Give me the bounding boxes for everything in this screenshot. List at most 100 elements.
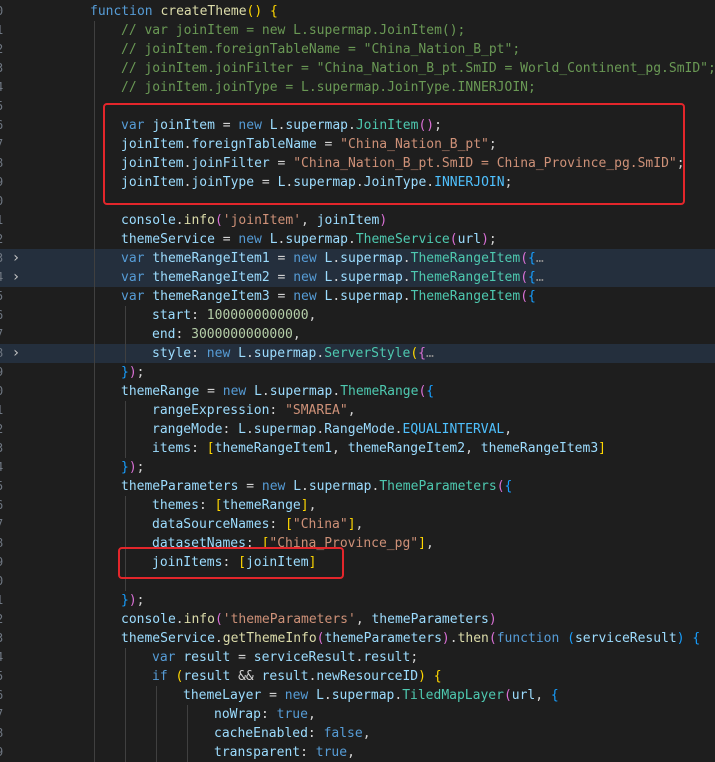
code-line[interactable]: 1 rangeExpression: "SMAREA", bbox=[0, 401, 715, 420]
fold-chevron-icon[interactable]: › bbox=[10, 268, 22, 287]
code-token: . bbox=[394, 422, 403, 437]
code-line[interactable]: 6themeLayer = new L.supermap.TiledMapLay… bbox=[0, 686, 715, 705]
code-line[interactable]: 3 // joinItem.joinFilter = "China_Nation_… bbox=[0, 59, 715, 78]
indent-guide bbox=[125, 686, 126, 705]
line-number: 6 bbox=[0, 306, 4, 325]
code-token: . bbox=[402, 289, 411, 304]
code-token: . bbox=[301, 479, 309, 494]
code-line[interactable]: 4 var result = serviceResult.result; bbox=[0, 648, 715, 667]
code-line[interactable]: 7 dataSourceNames: ["China"], bbox=[0, 515, 715, 534]
code-token: new bbox=[206, 346, 231, 361]
code-token: , bbox=[332, 441, 348, 456]
code-token: = bbox=[269, 289, 294, 304]
code-token: ] bbox=[347, 517, 356, 532]
code-text: var result = serviceResult.result; bbox=[152, 648, 418, 667]
indent-guide bbox=[94, 724, 95, 743]
code-token: … bbox=[535, 270, 544, 285]
indent-guide bbox=[94, 496, 95, 515]
code-token: , bbox=[504, 422, 513, 437]
code-line[interactable]: 1 // var joinItem = new L.supermap.JoinIt… bbox=[0, 21, 715, 40]
line-number: 9 bbox=[0, 363, 4, 382]
code-line[interactable]: 2 themeService = new L.supermap.ThemeServ… bbox=[0, 230, 715, 249]
code-token: . bbox=[348, 232, 356, 247]
code-line[interactable]: 0 bbox=[0, 572, 715, 591]
code-editor[interactable]: 0function createTheme() {1// var joinIte… bbox=[0, 0, 715, 762]
indent-guide bbox=[94, 192, 95, 211]
code-text: rangeExpression: "SMAREA", bbox=[152, 401, 356, 420]
fold-chevron-icon[interactable]: › bbox=[10, 249, 22, 268]
code-token: new bbox=[293, 289, 317, 304]
code-line[interactable]: 1}); bbox=[0, 591, 715, 610]
code-token: . bbox=[394, 688, 403, 703]
indent-guide bbox=[156, 705, 157, 724]
line-number: 8 bbox=[0, 344, 4, 363]
code-line[interactable]: 6 start: 1000000000000, bbox=[0, 306, 715, 325]
code-token: ) bbox=[128, 460, 137, 475]
code-token: then bbox=[457, 631, 489, 646]
code-line[interactable]: 8›style: new L.supermap.ServerStyle({… bbox=[0, 344, 715, 363]
code-line[interactable]: 5 if (result && result.newResourceID) { bbox=[0, 667, 715, 686]
code-token: , bbox=[307, 707, 316, 722]
code-token: ThemeRangeItem bbox=[410, 251, 521, 266]
code-line[interactable]: 2 // joinItem.foreignTableName = "China_N… bbox=[0, 40, 715, 59]
code-token: . bbox=[323, 688, 332, 703]
code-line[interactable]: 1 console.info('joinItem', joinItem) bbox=[0, 211, 715, 230]
code-line[interactable]: 4}); bbox=[0, 458, 715, 477]
code-token: themeRangeItem2 bbox=[152, 270, 270, 285]
code-token: new bbox=[222, 384, 247, 399]
indent-guide bbox=[94, 97, 95, 116]
code-token: ) bbox=[481, 232, 489, 247]
code-token: . bbox=[332, 270, 341, 285]
code-token: = bbox=[261, 688, 285, 703]
code-token: supermap bbox=[340, 270, 403, 285]
indent-guide bbox=[94, 401, 95, 420]
code-token: L bbox=[293, 479, 302, 494]
code-line[interactable]: 8datasetNames: ["China_Province_pg"], bbox=[0, 534, 715, 553]
code-token: ; bbox=[488, 232, 497, 247]
code-token: // var joinItem = new L.supermap.JoinIte… bbox=[121, 23, 466, 38]
code-token: ; bbox=[136, 593, 145, 608]
code-line[interactable]: 4 › var themeRangeItem2 = new L.supermap.T… bbox=[0, 268, 715, 287]
code-token: . bbox=[175, 213, 184, 228]
code-line[interactable]: 3themeService.getThemeInfo(themeParamete… bbox=[0, 629, 715, 648]
line-number: 7 bbox=[0, 135, 4, 154]
code-line[interactable]: 7 end: 3000000000000, bbox=[0, 325, 715, 344]
code-text: rangeMode: L.supermap.RangeMode.EQUALINT… bbox=[152, 420, 512, 439]
code-token: start bbox=[152, 308, 192, 323]
code-token: ( bbox=[520, 289, 529, 304]
code-line[interactable]: 9joinItems: [joinItem] bbox=[0, 553, 715, 572]
code-line[interactable]: 2 rangeMode: L.supermap.RangeMode.EQUALIN… bbox=[0, 420, 715, 439]
code-line[interactable]: 0 function createTheme() { bbox=[0, 2, 715, 21]
line-number: 4 bbox=[0, 268, 4, 287]
indent-guide bbox=[94, 230, 95, 249]
fold-chevron-icon[interactable]: › bbox=[10, 344, 22, 363]
indent-guide bbox=[94, 116, 95, 135]
indent-guide bbox=[156, 686, 157, 705]
code-line[interactable]: 3 › var themeRangeItem1 = new L.supermap.T… bbox=[0, 249, 715, 268]
code-line[interactable]: 4 // joinItem.joinType = L.supermap.JoinT… bbox=[0, 78, 715, 97]
code-token: themeRangeItem3 bbox=[152, 289, 270, 304]
code-line[interactable]: 2 console.info('themeParameters', themePa… bbox=[0, 610, 715, 629]
line-number: 9 bbox=[0, 173, 4, 192]
code-line[interactable]: 9}); bbox=[0, 363, 715, 382]
indent-guide bbox=[94, 439, 95, 458]
code-line[interactable]: 6 themes: [themeRange], bbox=[0, 496, 715, 515]
code-token: 3000000000000 bbox=[191, 327, 293, 342]
code-token: ] bbox=[418, 536, 426, 551]
code-token: themeRangeItem1 bbox=[214, 441, 333, 456]
code-token: function bbox=[496, 631, 560, 646]
code-token: , bbox=[535, 688, 551, 703]
code-line[interactable]: 8 cacheEnabled: false, bbox=[0, 724, 715, 743]
code-token: new bbox=[284, 688, 309, 703]
code-line[interactable]: 0 themeRange = new L.supermap.ThemeRange(… bbox=[0, 382, 715, 401]
code-line[interactable]: 5 var themeRangeItem3 = new L.supermap.Th… bbox=[0, 287, 715, 306]
code-token: [ bbox=[285, 517, 293, 532]
code-line[interactable]: 5 themeParameters = new L.supermap.ThemeP… bbox=[0, 477, 715, 496]
code-line[interactable]: 7 noWrap: true, bbox=[0, 705, 715, 724]
indent-guide bbox=[94, 458, 95, 477]
code-line[interactable]: 3 items: [themeRangeItem1, themeRangeItem… bbox=[0, 439, 715, 458]
code-token: noWrap bbox=[214, 707, 261, 722]
line-number: 3 bbox=[0, 249, 4, 268]
